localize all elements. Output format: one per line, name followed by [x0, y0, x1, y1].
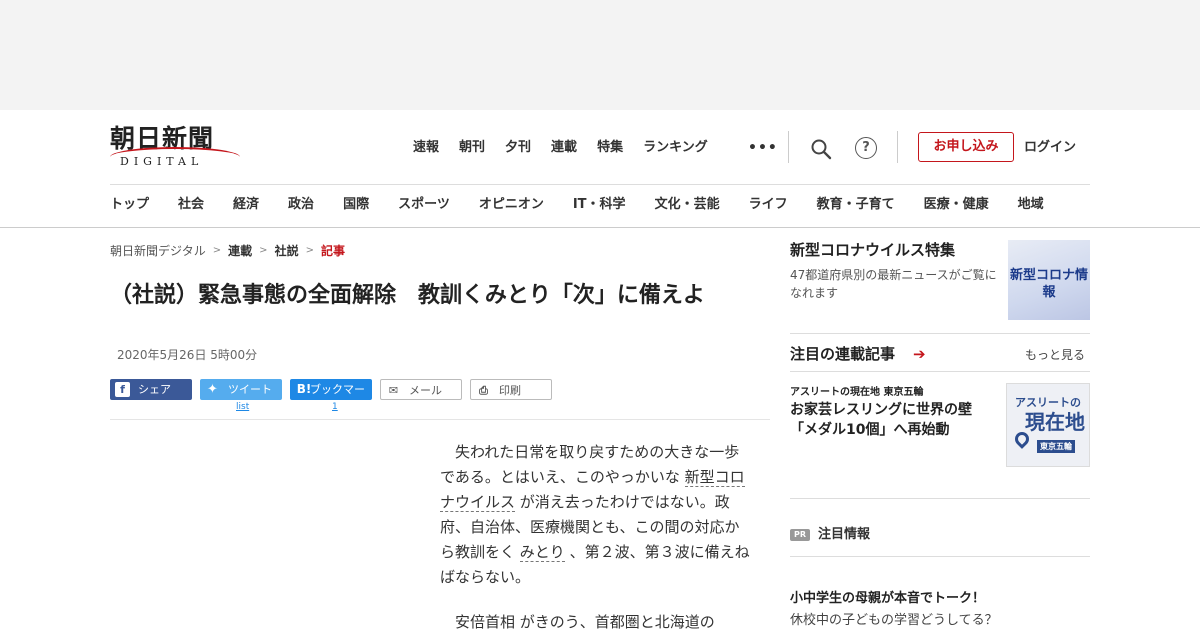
breadcrumb-separator: >	[259, 245, 268, 256]
nav-tokushu[interactable]: 特集	[597, 138, 623, 158]
series-article-kicker: アスリートの現在地 東京五輪	[790, 387, 924, 398]
sidebar-divider	[790, 371, 1090, 372]
covid-thumbnail-text: 新型コロナ情報	[1009, 268, 1088, 300]
print-icon: ⎙	[479, 384, 488, 397]
section-nav: トップ 社会 経済 政治 国際 スポーツ オピニオン IT・科学 文化・芸能 ラ…	[110, 195, 1044, 215]
section-it-science[interactable]: IT・科学	[573, 195, 626, 215]
nav-divider	[110, 184, 1090, 185]
see-more-link[interactable]: もっと見る	[1025, 346, 1085, 363]
site-logo[interactable]: 朝日新聞 DIGITAL	[110, 124, 242, 168]
breadcrumb-separator: >	[212, 245, 222, 256]
section-international[interactable]: 国際	[343, 195, 369, 215]
arrow-right-icon[interactable]: ➔	[913, 344, 926, 364]
article-body: 失われた日常を取り戻すための大きな一歩である。とはいえ、このやっかいな 新型コロ…	[440, 440, 750, 630]
hatena-bookmark-label: ブックマーク	[310, 383, 365, 417]
article-headline: （社説）緊急事態の全面解除 教訓くみとり「次」に備えよ	[110, 283, 705, 308]
pr-badge: PR	[790, 529, 810, 541]
header-divider	[897, 131, 898, 163]
section-opinion[interactable]: オピニオン	[479, 195, 544, 215]
keyword-link-prime-minister[interactable]: 安倍首相	[455, 613, 516, 630]
facebook-icon: f	[115, 382, 130, 397]
series-article-thumbnail[interactable]: アスリートの 現在地 東京五輪	[1006, 383, 1090, 467]
breadcrumb-home[interactable]: 朝日新聞デジタル	[110, 242, 206, 259]
twitter-icon: ✦	[207, 382, 218, 397]
section-society[interactable]: 社会	[178, 195, 204, 215]
logo-sub-text: DIGITAL	[120, 155, 204, 168]
nav-rensai[interactable]: 連載	[551, 138, 577, 158]
pr-section-title: 注目情報	[818, 527, 871, 542]
header-divider	[788, 131, 789, 163]
sidebar-divider	[790, 556, 1090, 557]
article-divider	[110, 419, 770, 420]
breadcrumb-separator: >	[305, 245, 314, 256]
paragraph-text: がきのう、首都圏と北海道の	[515, 613, 715, 630]
twitter-count-link[interactable]: list	[236, 402, 249, 412]
nav-sokuhou[interactable]: 速報	[413, 138, 439, 158]
print-button[interactable]: ⎙ 印刷	[470, 379, 552, 400]
sidebar-divider	[790, 333, 1090, 334]
nav-ranking[interactable]: ランキング	[643, 138, 708, 158]
section-economy[interactable]: 経済	[233, 195, 259, 215]
keyword-link-mitori[interactable]: みとり	[519, 543, 565, 562]
facebook-share-button[interactable]: f シェア	[110, 379, 192, 400]
help-icon[interactable]: ?	[855, 137, 877, 159]
thumbnail-text: 東京五輪	[1037, 440, 1075, 453]
pr-item-title[interactable]: 小中学生の母親が本音でトーク！	[790, 590, 985, 608]
breadcrumb-current: 記事	[320, 244, 345, 258]
search-icon[interactable]	[810, 138, 832, 160]
breadcrumb: 朝日新聞デジタル > 連載 > 社説 > 記事	[110, 242, 345, 259]
mail-share-label: メール	[409, 384, 442, 397]
subscribe-button[interactable]: お申し込み	[918, 132, 1014, 162]
article-paragraph: 失われた日常を取り戻すための大きな一歩である。とはいえ、このやっかいな 新型コロ…	[440, 440, 750, 590]
breadcrumb-shasetsu[interactable]: 社説	[275, 242, 299, 259]
twitter-share-button[interactable]: ✦ ツイート	[200, 379, 282, 400]
series-article-title[interactable]: お家芸レスリングに世界の壁「メダル10個」へ再始動	[790, 400, 995, 440]
covid-feature-thumbnail[interactable]: 新型コロナ情報	[1008, 240, 1090, 320]
section-politics[interactable]: 政治	[288, 195, 314, 215]
section-education[interactable]: 教育・子育て	[817, 195, 895, 215]
featured-series-title[interactable]: 注目の連載記事	[790, 344, 895, 364]
section-region[interactable]: 地域	[1018, 195, 1044, 215]
article-paragraph: 安倍首相 がきのう、首都圏と北海道の	[440, 610, 750, 630]
thumbnail-text: 現在地	[1025, 410, 1085, 434]
section-sports[interactable]: スポーツ	[398, 195, 450, 215]
section-culture[interactable]: 文化・芸能	[655, 195, 720, 215]
twitter-share-label: ツイート	[228, 383, 272, 396]
print-label: 印刷	[499, 384, 521, 397]
more-menu-icon[interactable]: •••	[748, 140, 778, 156]
facebook-share-label: シェア	[138, 383, 171, 396]
mail-icon: ✉	[388, 384, 399, 397]
section-top[interactable]: トップ	[110, 195, 149, 215]
hatena-count-link[interactable]: 1	[332, 402, 338, 412]
login-link[interactable]: ログイン	[1024, 138, 1076, 158]
breadcrumb-rensai[interactable]: 連載	[228, 242, 252, 259]
sidebar-divider	[790, 498, 1090, 499]
primary-nav: 速報 朝刊 夕刊 連載 特集 ランキング	[413, 138, 728, 158]
covid-feature-description: 47都道府県別の最新ニュースがご覧になれます	[790, 268, 997, 300]
ad-space	[0, 0, 1200, 110]
article-date: 2020年5月26日 5時00分	[117, 348, 258, 362]
pr-item-subtitle[interactable]: 休校中の子どもの学習どうしてる？	[790, 612, 998, 630]
nav-choukan[interactable]: 朝刊	[459, 138, 485, 158]
covid-feature-title[interactable]: 新型コロナウイルス特集	[790, 240, 955, 260]
hatena-bookmark-button[interactable]: B! ブックマーク	[290, 379, 372, 417]
section-health[interactable]: 医療・健康	[924, 195, 989, 215]
thumbnail-text: アスリートの	[1015, 396, 1081, 409]
nav-yuukan[interactable]: 夕刊	[505, 138, 531, 158]
mail-share-button[interactable]: ✉ メール	[380, 379, 462, 400]
section-life[interactable]: ライフ	[749, 195, 788, 215]
site-header: 朝日新聞 DIGITAL 速報 朝刊 夕刊 連載 特集 ランキング ••• ? …	[0, 110, 1200, 228]
